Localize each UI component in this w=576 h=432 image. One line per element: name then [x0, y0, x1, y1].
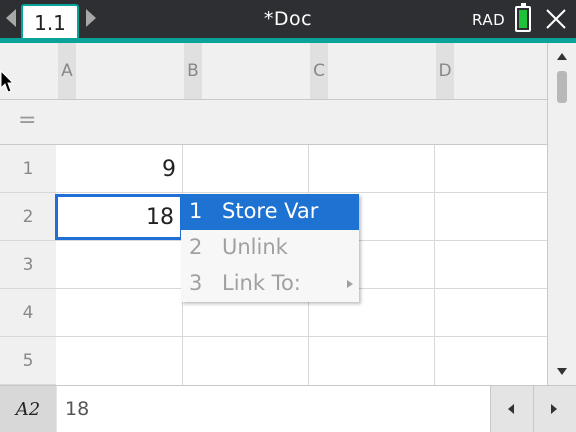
menu-item-label: Unlink [222, 235, 288, 259]
entry-scroll-right-button[interactable] [533, 386, 576, 432]
battery-icon [515, 3, 531, 32]
row-header-5[interactable]: 5 [0, 337, 56, 385]
scroll-thumb[interactable] [557, 71, 567, 103]
grid-line [434, 145, 435, 385]
submenu-arrow-icon [347, 280, 353, 288]
vertical-scrollbar[interactable] [547, 43, 576, 385]
cell-a2[interactable]: 18 [55, 194, 183, 240]
formula-row-symbol: = [18, 108, 37, 133]
entry-line: A2 [0, 385, 576, 432]
menu-item-number: 2 [189, 235, 203, 259]
chevron-right-icon [551, 404, 557, 414]
scroll-down-icon[interactable] [557, 368, 567, 375]
row-header-4[interactable]: 4 [0, 289, 56, 337]
menu-item-label: Store Var [222, 199, 319, 223]
column-header-d[interactable]: D [436, 43, 454, 99]
mouse-pointer-icon [0, 70, 14, 93]
cell-entry-input[interactable] [57, 386, 490, 432]
entry-scroll-left-button[interactable] [490, 386, 533, 432]
menu-item-link-to[interactable]: 3 Link To: [181, 266, 359, 302]
column-header-row: A B C D [0, 43, 547, 100]
context-menu: 1 Store Var 2 Unlink 3 Link To: [181, 194, 359, 302]
chevron-left-icon [508, 404, 514, 414]
menu-item-unlink[interactable]: 2 Unlink [181, 230, 359, 266]
cell-a1[interactable]: 9 [56, 145, 182, 193]
grid-line [56, 336, 547, 337]
menu-item-store-var[interactable]: 1 Store Var [181, 194, 359, 230]
row-header-3[interactable]: 3 [0, 241, 56, 289]
title-bar: 1.1 *Doc RAD [0, 0, 576, 40]
column-header-b[interactable]: B [184, 43, 202, 99]
column-header-a[interactable]: A [58, 43, 76, 99]
formula-row: = [0, 100, 547, 145]
angle-mode-indicator: RAD [472, 11, 506, 29]
cell-reference: A2 [0, 386, 56, 432]
row-header-1[interactable]: 1 [0, 145, 56, 193]
menu-item-label: Link To: [222, 271, 301, 295]
column-header-c[interactable]: C [310, 43, 328, 99]
menu-item-number: 3 [189, 271, 203, 295]
menu-item-number: 1 [189, 199, 203, 223]
row-header-2[interactable]: 2 [0, 193, 56, 241]
scroll-up-icon[interactable] [557, 53, 567, 60]
battery-level [519, 10, 527, 28]
close-icon[interactable] [545, 8, 567, 30]
